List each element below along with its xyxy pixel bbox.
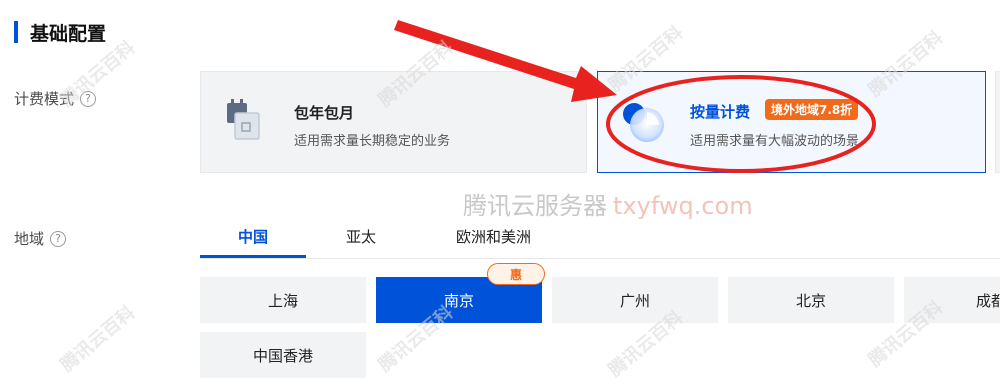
billing-option-desc: 适用需求量长期稳定的业务 <box>294 134 451 149</box>
center-watermark: 腾讯云服务器 txyfwq.com <box>463 186 753 221</box>
tab-china[interactable]: 中国 <box>238 226 268 247</box>
watermark-url: txyfwq.com <box>613 192 753 220</box>
city-label: 成都 <box>975 291 1000 310</box>
billing-option-title: 按量计费 <box>690 103 751 121</box>
pie-orb-icon <box>623 103 664 142</box>
city-button-beijing[interactable]: 北京 <box>728 277 894 323</box>
section-header: 基础配置 <box>14 20 107 45</box>
city-button-guangzhou[interactable]: 广州 <box>552 277 718 323</box>
watermark-text: 腾讯云服务器 <box>463 192 607 220</box>
help-icon[interactable]: ? <box>50 230 67 247</box>
section-title: 基础配置 <box>30 22 107 45</box>
diagonal-watermark: 腾讯云百科 <box>56 37 140 112</box>
discount-badge: 境外地域7.8折 <box>765 99 859 120</box>
city-button-hongkong[interactable]: 中国香港 <box>200 332 366 378</box>
billing-option-pay-as-you-go[interactable]: 按量计费 境外地域7.8折 适用需求量有大幅波动的场景 <box>597 71 986 173</box>
promo-badge: 惠 <box>487 263 545 285</box>
tab-asia-pacific[interactable]: 亚太 <box>346 226 376 247</box>
calendar-box-icon <box>227 99 260 140</box>
diagonal-watermark: 腾讯云百科 <box>56 302 140 377</box>
billing-option-title: 包年包月 <box>294 104 355 122</box>
section-accent-bar <box>14 21 18 43</box>
region-label: 地域 ? <box>14 228 67 249</box>
city-button-shanghai[interactable]: 上海 <box>200 277 366 323</box>
billing-option-desc: 适用需求量有大幅波动的场景 <box>690 134 860 149</box>
active-tab-indicator <box>200 255 306 258</box>
tab-europe-america[interactable]: 欧洲和美洲 <box>456 226 531 247</box>
billing-option-partial[interactable] <box>995 71 1000 173</box>
region-label-text: 地域 <box>14 230 45 248</box>
